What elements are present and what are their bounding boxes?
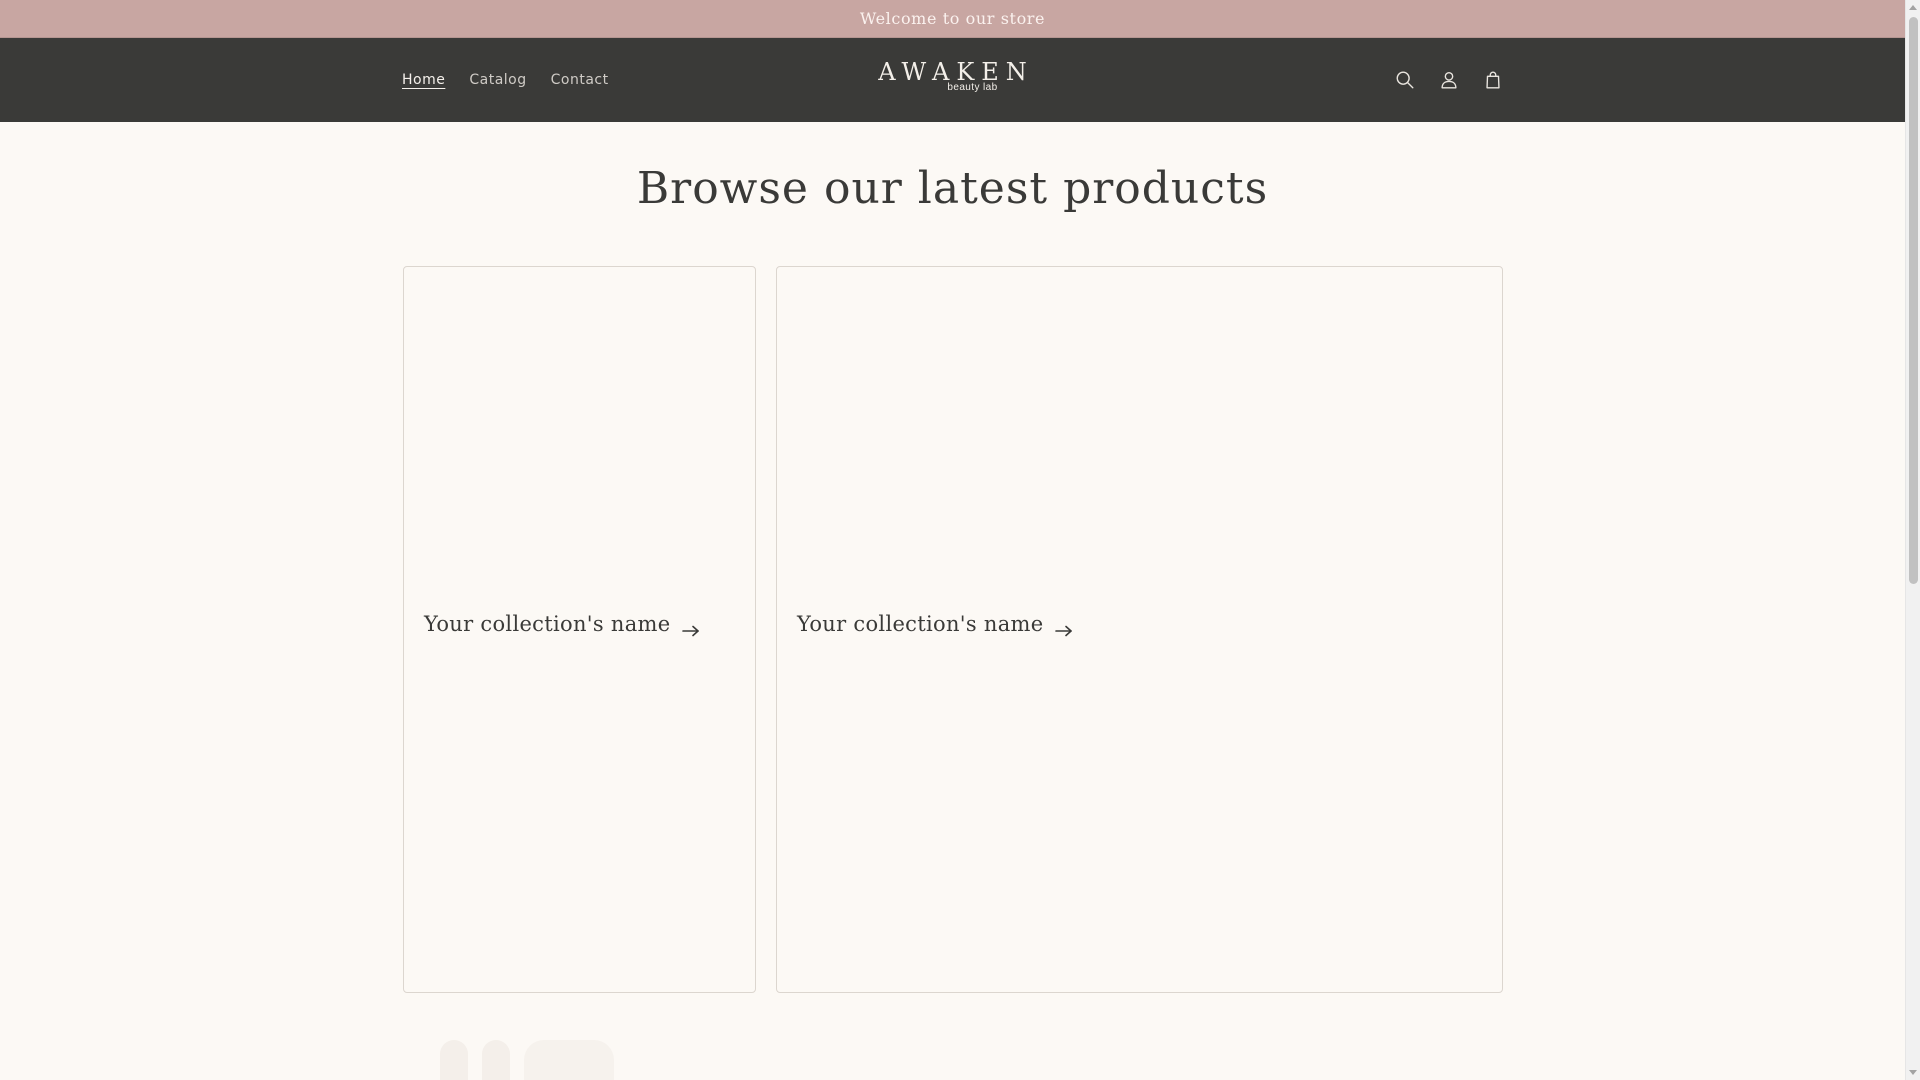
account-icon xyxy=(1441,71,1457,89)
page: Welcome to our store Home Catalog Contac… xyxy=(0,0,1920,1080)
nav-home[interactable]: Home xyxy=(390,72,457,88)
collection-card[interactable]: Your collection's name xyxy=(403,266,756,993)
collection-title-link[interactable]: Your collection's name xyxy=(797,612,1073,637)
collection-title: Your collection's name xyxy=(424,612,671,636)
bottom-partial-content xyxy=(440,1040,614,1080)
vertical-scrollbar[interactable] xyxy=(1905,0,1920,1080)
account-button[interactable] xyxy=(1427,58,1471,102)
partial-shape xyxy=(482,1040,510,1080)
main-content: Browse our latest products xyxy=(0,122,1905,215)
arrow-right-icon xyxy=(1055,618,1073,637)
store-logo[interactable]: AWAKEN beauty lab xyxy=(871,60,1034,94)
site-header: Home Catalog Contact AWAKEN beauty lab xyxy=(0,38,1905,122)
partial-shape xyxy=(440,1040,468,1080)
collection-card[interactable]: Your collection's name xyxy=(776,266,1503,993)
scroll-up-icon[interactable] xyxy=(1909,5,1917,10)
main-nav: Home Catalog Contact xyxy=(390,38,621,122)
nav-contact[interactable]: Contact xyxy=(539,72,621,88)
nav-catalog[interactable]: Catalog xyxy=(457,72,538,88)
cart-button[interactable] xyxy=(1471,58,1515,102)
viewport: Welcome to our store Home Catalog Contac… xyxy=(0,0,1905,1080)
collection-title: Your collection's name xyxy=(797,612,1044,636)
header-icons xyxy=(1383,38,1515,122)
announcement-text: Welcome to our store xyxy=(859,9,1046,28)
scroll-down-icon[interactable] xyxy=(1909,1070,1917,1075)
cart-icon xyxy=(1486,71,1500,89)
search-button[interactable] xyxy=(1383,58,1427,102)
scrollbar-thumb[interactable] xyxy=(1909,17,1918,584)
announcement-bar: Welcome to our store xyxy=(0,0,1905,38)
section-title: Browse our latest products xyxy=(636,163,1269,214)
collection-list: Your collection's name Your collection's… xyxy=(403,266,1503,993)
collection-title-link[interactable]: Your collection's name xyxy=(424,612,700,637)
partial-shape xyxy=(524,1040,614,1080)
search-icon xyxy=(1396,71,1414,89)
logo-main-text: AWAKEN xyxy=(878,58,1034,86)
arrow-right-icon xyxy=(682,618,700,637)
